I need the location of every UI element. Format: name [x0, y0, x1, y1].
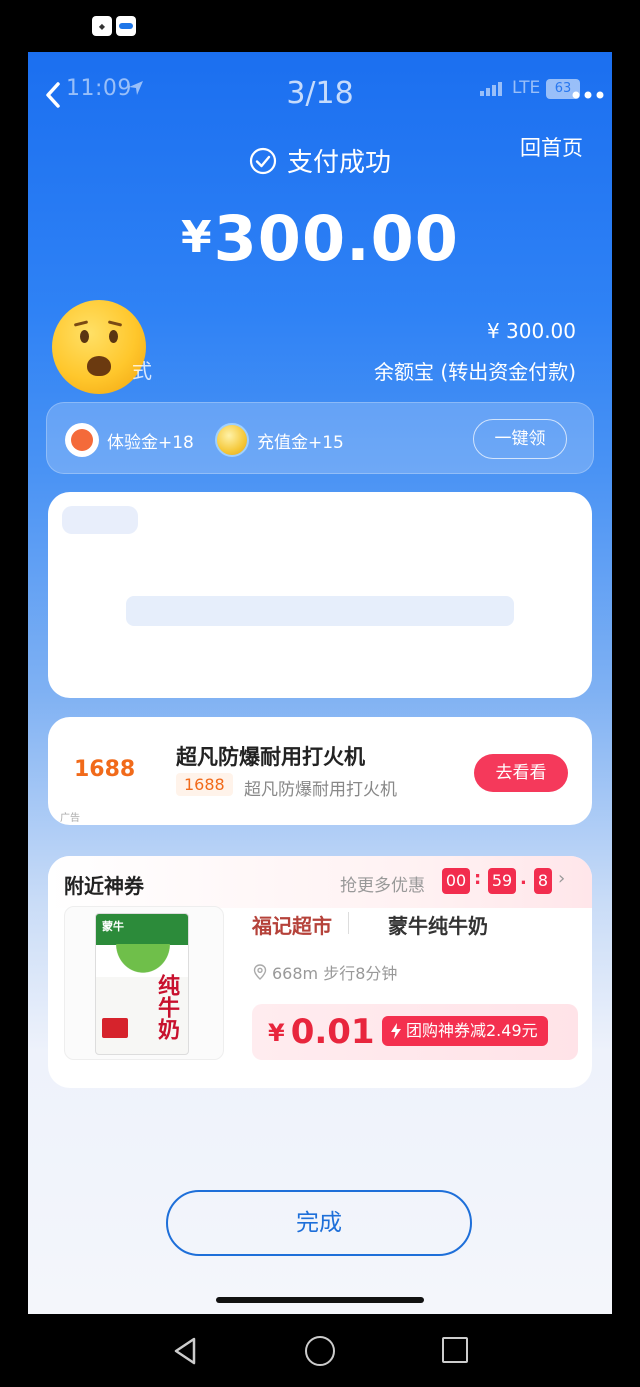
network-type: LTE: [512, 78, 541, 98]
paid-amount: ¥ 300.00: [486, 319, 576, 343]
nearby-coupon-card[interactable]: 附近神券 抢更多优惠 00 : 59 . 8 › 蒙牛 纯牛奶 福记超市 蒙牛纯…: [48, 856, 592, 1088]
coupon-title: 附近神券: [64, 874, 144, 898]
location-pin-icon: [253, 964, 267, 980]
deal-price: ¥0.01: [268, 1012, 375, 1052]
deal-price-value: 0.01: [290, 1012, 375, 1052]
trial-coin-icon: [65, 423, 99, 457]
gold-coin-icon: [215, 423, 249, 457]
claim-all-button[interactable]: 一键领: [473, 419, 567, 459]
payment-success-screen: 11:09 3/18 LTE 63 回首页 支付成功 ¥300.00 式 ¥ 3…: [28, 52, 612, 1314]
deal-price-box[interactable]: ¥0.01 团购神券减2.49元: [252, 1004, 578, 1060]
product-brand: 蒙牛: [102, 920, 124, 933]
home-indicator[interactable]: [216, 1297, 424, 1303]
bonus-bar: 体验金+18 充值金+15 一键领: [46, 402, 594, 474]
device-top-bezel: ◆: [0, 0, 640, 52]
countdown-minutes: 59: [488, 868, 516, 894]
ad-view-button[interactable]: 去看看: [474, 754, 568, 792]
ellipsis-icon: [572, 91, 604, 99]
payment-method-label-partial: 式: [132, 359, 152, 383]
title-bar: 11:09 3/18 LTE 63: [28, 52, 612, 122]
recharge-bonus: 充值金+15: [215, 423, 344, 457]
loading-placeholder-card: [48, 492, 592, 698]
skeleton-line: [126, 596, 514, 626]
check-circle-icon: [249, 147, 277, 174]
amount-value: 300.00: [213, 202, 459, 275]
signal-icon: [480, 82, 502, 96]
ad-title: 超凡防爆耐用打火机: [176, 745, 365, 769]
product-image-text: 纯牛奶: [154, 974, 179, 1040]
ad-card[interactable]: 1688 广告 超凡防爆耐用打火机 1688 超凡防爆耐用打火机 去看看: [48, 717, 592, 825]
ad-tag: 广告: [60, 813, 80, 824]
coupon-header: 附近神券 抢更多优惠 00 : 59 . 8 ›: [48, 856, 592, 908]
distance-text: 668m 步行8分钟: [272, 964, 398, 983]
recharge-bonus-label: 充值金+15: [257, 432, 344, 453]
success-text: 支付成功: [286, 148, 391, 178]
trial-bonus: 体验金+18: [65, 423, 194, 457]
ad-subtitle: 超凡防爆耐用打火机: [244, 780, 397, 800]
nav-back-icon[interactable]: [170, 1336, 200, 1366]
android-nav-bar: [0, 1314, 640, 1387]
coupon-discount-badge: 团购神券减2.49元: [382, 1016, 548, 1046]
ad-sub-logo: 1688: [176, 773, 233, 796]
nav-home-icon[interactable]: [305, 1336, 335, 1366]
more-options-button[interactable]: [568, 76, 608, 112]
skeleton-block: [62, 506, 138, 534]
payment-success-header: 支付成功: [28, 142, 612, 179]
countdown-tenths: 8: [534, 868, 552, 894]
countdown-hours: 00: [442, 868, 470, 894]
amount-currency: ¥: [181, 212, 212, 263]
chevron-right-icon[interactable]: ›: [558, 868, 565, 889]
notification-app-icon: ◆: [92, 16, 112, 36]
notification-icons: ◆: [92, 16, 136, 36]
nav-recents-icon[interactable]: [442, 1337, 468, 1363]
product-image[interactable]: 蒙牛 纯牛奶: [64, 906, 224, 1060]
distance-row: 668m 步行8分钟: [252, 960, 397, 984]
product-name: 蒙牛纯牛奶: [388, 914, 488, 938]
lightning-icon: [391, 1023, 401, 1039]
milk-carton: 蒙牛 纯牛奶: [95, 913, 190, 1055]
store-name: 福记超市: [252, 914, 332, 938]
done-button[interactable]: 完成: [166, 1190, 472, 1256]
ad-logo: 1688: [74, 757, 136, 782]
notification-app-icon-blue: [116, 16, 136, 36]
trial-bonus-label: 体验金+18: [107, 432, 194, 453]
more-deals-link[interactable]: 抢更多优惠: [340, 871, 425, 896]
paid-method: 余额宝 (转出资金付款): [374, 360, 576, 384]
payment-amount: ¥300.00: [28, 202, 612, 275]
divider: [348, 912, 349, 934]
